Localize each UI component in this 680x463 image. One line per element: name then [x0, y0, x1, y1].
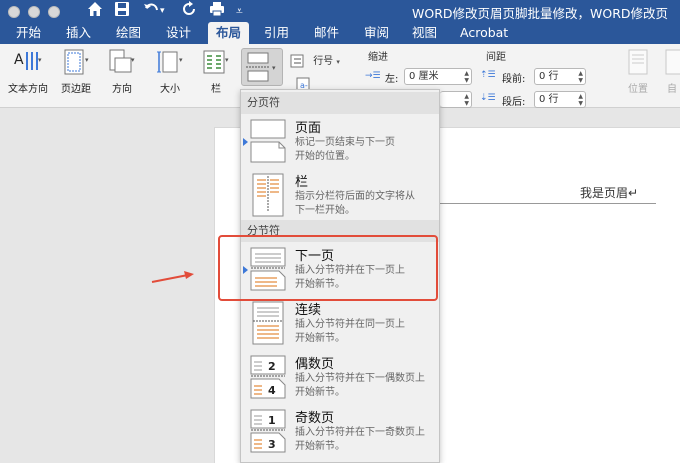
print-icon[interactable] — [208, 0, 226, 22]
zoom-window-button[interactable] — [48, 6, 60, 18]
svg-text:▾: ▾ — [225, 56, 229, 64]
document-title: WORD修改页眉页脚批量修改，WORD修改页 — [412, 6, 669, 21]
tab-draw[interactable]: 绘图 — [108, 22, 149, 44]
columns-icon: ▾ — [203, 50, 229, 74]
page-breaks-header: 分页符 — [241, 92, 439, 114]
wrap-text-icon — [665, 49, 680, 75]
wrap-text-button[interactable]: 自 — [662, 48, 680, 95]
spacing-after-input[interactable]: 0 行 ▲ ▼ — [534, 91, 586, 108]
spacing-before-stepper-icon[interactable]: ▲ ▼ — [578, 70, 583, 84]
size-button[interactable]: ▾ 大小 — [150, 48, 190, 95]
indent-left-stepper-icon[interactable]: ▲ ▼ — [464, 70, 469, 84]
orientation-button[interactable]: ▾ 方向 — [104, 48, 140, 95]
tab-mailings[interactable]: 邮件 — [306, 22, 347, 44]
tab-design[interactable]: 设计 — [158, 22, 199, 44]
red-arrow-icon — [151, 271, 194, 283]
close-window-button[interactable] — [8, 6, 20, 18]
svg-text:1: 1 — [268, 414, 276, 427]
selection-marker-icon — [243, 138, 248, 146]
breaks-button[interactable]: ▾ — [241, 48, 283, 86]
svg-text:▾: ▾ — [85, 56, 89, 64]
highlight-box — [218, 235, 438, 301]
tab-layout[interactable]: 布局 — [208, 22, 250, 44]
text-direction-button[interactable]: A ▾ 文本方向 — [6, 48, 50, 95]
svg-text:3: 3 — [268, 438, 276, 451]
spacing-section-label: 间距 — [486, 52, 506, 63]
breaks-icon: ▾ — [246, 52, 276, 82]
spacing-after-icon: ⇣☰ — [480, 93, 496, 103]
page-size-icon: ▾ — [157, 51, 183, 73]
indent-section-label: 缩进 — [368, 52, 388, 63]
line-numbers-button[interactable]: 行号 ▾ — [290, 52, 340, 68]
spacing-before-label: 段前: — [502, 74, 526, 85]
page-break-icon — [250, 119, 286, 163]
indent-right-input[interactable]: ▲ ▼ — [440, 91, 472, 108]
svg-text:2: 2 — [268, 360, 276, 373]
undo-dropdown-icon[interactable]: ▾ — [160, 0, 165, 22]
svg-text:▾: ▾ — [131, 56, 135, 64]
column-break-icon — [252, 173, 284, 217]
spacing-before-input[interactable]: 0 行 ▲ ▼ — [534, 68, 586, 85]
svg-text:▾: ▾ — [179, 56, 183, 64]
indent-left-label: 左: — [385, 74, 399, 85]
title-bar: ▾ ⩡ WORD修改页眉页脚批量修改，WORD修改页 开始 插入 绘图 设计 布… — [0, 0, 680, 44]
tab-view[interactable]: 视图 — [404, 22, 445, 44]
svg-text:4: 4 — [268, 384, 276, 397]
indent-right-stepper-icon[interactable]: ▲ ▼ — [464, 93, 469, 107]
header-text[interactable]: 我是页眉↵ — [580, 184, 638, 201]
svg-text:A: A — [14, 52, 24, 68]
header-border-line — [438, 203, 656, 204]
undo-icon[interactable] — [142, 0, 160, 22]
save-icon[interactable] — [114, 0, 130, 22]
menu-item-even-page[interactable]: 2 4 偶数页 插入分节符并在下一偶数页上 开始新节。 — [241, 350, 439, 404]
menu-item-continuous[interactable]: 连续 插入分节符并在同一页上 开始新节。 — [241, 296, 439, 350]
spacing-before-icon: ⇡☰ — [480, 70, 496, 80]
menu-item-odd-page[interactable]: 1 3 奇数页 插入分节符并在下一奇数页上 开始新节。 — [241, 404, 439, 458]
home-icon[interactable] — [86, 0, 104, 22]
redo-icon[interactable] — [180, 0, 198, 22]
odd-page-section-icon: 1 3 — [250, 409, 286, 453]
tab-home[interactable]: 开始 — [8, 22, 49, 44]
indent-left-input[interactable]: 0 厘米 ▲ ▼ — [404, 68, 472, 85]
line-numbers-dropdown-icon: ▾ — [336, 58, 340, 66]
tab-acrobat[interactable]: Acrobat — [452, 22, 516, 44]
menu-item-column-break[interactable]: 栏 指示分栏符后面的文字将从 下一栏开始。 — [241, 168, 439, 222]
svg-text:▾: ▾ — [38, 56, 42, 64]
position-icon — [628, 49, 648, 75]
position-button[interactable]: 位置 — [618, 48, 658, 95]
columns-button[interactable]: ▾ 栏 — [198, 48, 234, 95]
svg-text:▾: ▾ — [272, 64, 276, 72]
spacing-after-stepper-icon[interactable]: ▲ ▼ — [578, 93, 583, 107]
spacing-after-label: 段后: — [502, 97, 526, 108]
even-page-section-icon: 2 4 — [250, 355, 286, 399]
tab-references[interactable]: 引用 — [256, 22, 297, 44]
margins-icon: ▾ — [64, 49, 89, 75]
continuous-section-icon — [252, 301, 284, 345]
customize-toolbar-icon[interactable]: ⩡ — [236, 0, 243, 22]
tab-review[interactable]: 审阅 — [356, 22, 397, 44]
margins-button[interactable]: ▾ 页边距 — [56, 48, 96, 95]
tab-insert[interactable]: 插入 — [58, 22, 99, 44]
line-numbers-icon — [290, 54, 304, 68]
minimize-window-button[interactable] — [28, 6, 40, 18]
menu-item-page-break[interactable]: 页面 标记一页结束与下一页 开始的位置。 — [241, 114, 439, 168]
indent-left-icon: →☰ — [365, 71, 381, 81]
text-direction-icon: A ▾ — [14, 52, 42, 70]
orientation-icon: ▾ — [109, 49, 135, 73]
